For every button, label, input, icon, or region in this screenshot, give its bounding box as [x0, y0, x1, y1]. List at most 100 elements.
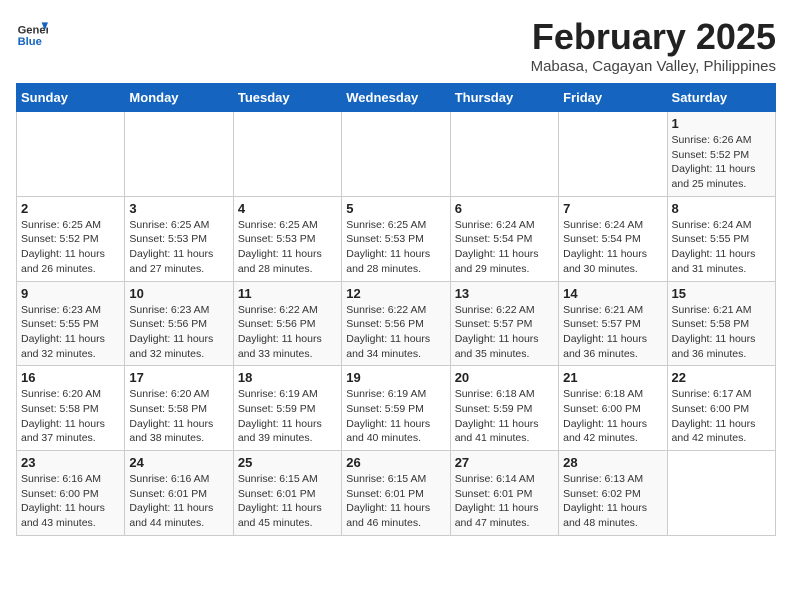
day-info: Sunrise: 6:18 AM Sunset: 5:59 PM Dayligh… — [455, 387, 554, 446]
day-number: 3 — [129, 201, 228, 216]
day-info: Sunrise: 6:15 AM Sunset: 6:01 PM Dayligh… — [238, 472, 337, 531]
day-number: 28 — [563, 455, 662, 470]
day-info: Sunrise: 6:24 AM Sunset: 5:54 PM Dayligh… — [563, 218, 662, 277]
weekday-header-sunday: Sunday — [17, 84, 125, 112]
day-number: 24 — [129, 455, 228, 470]
day-info: Sunrise: 6:22 AM Sunset: 5:56 PM Dayligh… — [346, 303, 445, 362]
day-number: 21 — [563, 370, 662, 385]
week-row-2: 2Sunrise: 6:25 AM Sunset: 5:52 PM Daylig… — [17, 196, 776, 281]
day-number: 25 — [238, 455, 337, 470]
day-info: Sunrise: 6:26 AM Sunset: 5:52 PM Dayligh… — [672, 133, 771, 192]
calendar-cell: 8 Sunrise: 6:24 AM Sunset: 5:55 PM Daylig… — [667, 196, 775, 281]
weekday-header-saturday: Saturday — [667, 84, 775, 112]
calendar-cell: 2Sunrise: 6:25 AM Sunset: 5:52 PM Daylig… — [17, 196, 125, 281]
day-number: 22 — [672, 370, 771, 385]
calendar-cell: 21 Sunrise: 6:18 AM Sunset: 6:00 PM Dayli… — [559, 366, 667, 451]
calendar-title: February 2025 — [531, 16, 776, 58]
day-info: Sunrise: 6:24 AM Sunset: 5:55 PM Dayligh… — [672, 218, 771, 277]
calendar-cell: 14Sunrise: 6:21 AM Sunset: 5:57 PM Dayli… — [559, 281, 667, 366]
calendar-cell: 15 Sunrise: 6:21 AM Sunset: 5:58 PM Dayli… — [667, 281, 775, 366]
day-info: Sunrise: 6:23 AM Sunset: 5:55 PM Dayligh… — [21, 303, 120, 362]
day-number: 16 — [21, 370, 120, 385]
day-info: Sunrise: 6:23 AM Sunset: 5:56 PM Dayligh… — [129, 303, 228, 362]
day-number: 6 — [455, 201, 554, 216]
day-info: Sunrise: 6:16 AM Sunset: 6:01 PM Dayligh… — [129, 472, 228, 531]
calendar-cell — [233, 112, 341, 197]
day-number: 17 — [129, 370, 228, 385]
calendar-cell: 26 Sunrise: 6:15 AM Sunset: 6:01 PM Dayli… — [342, 451, 450, 536]
calendar-cell: 7 Sunrise: 6:24 AM Sunset: 5:54 PM Daylig… — [559, 196, 667, 281]
svg-text:Blue: Blue — [18, 36, 42, 48]
day-info: Sunrise: 6:25 AM Sunset: 5:53 PM Dayligh… — [346, 218, 445, 277]
calendar-cell: 20 Sunrise: 6:18 AM Sunset: 5:59 PM Dayli… — [450, 366, 558, 451]
calendar-cell: 18Sunrise: 6:19 AM Sunset: 5:59 PM Dayli… — [233, 366, 341, 451]
calendar-cell: 3 Sunrise: 6:25 AM Sunset: 5:53 PM Daylig… — [125, 196, 233, 281]
calendar-cell: 19 Sunrise: 6:19 AM Sunset: 5:59 PM Dayli… — [342, 366, 450, 451]
calendar-cell: 4 Sunrise: 6:25 AM Sunset: 5:53 PM Daylig… — [233, 196, 341, 281]
calendar-cell: 23Sunrise: 6:16 AM Sunset: 6:00 PM Dayli… — [17, 451, 125, 536]
week-row-5: 23Sunrise: 6:16 AM Sunset: 6:00 PM Dayli… — [17, 451, 776, 536]
calendar-cell — [450, 112, 558, 197]
day-number: 4 — [238, 201, 337, 216]
day-number: 2 — [21, 201, 120, 216]
calendar-cell — [17, 112, 125, 197]
week-row-4: 16 Sunrise: 6:20 AM Sunset: 5:58 PM Dayli… — [17, 366, 776, 451]
day-number: 10 — [129, 286, 228, 301]
day-number: 20 — [455, 370, 554, 385]
title-area: February 2025 Mabasa, Cagayan Valley, Ph… — [531, 16, 776, 75]
day-number: 7 — [563, 201, 662, 216]
logo-icon: General Blue — [16, 16, 48, 48]
day-info: Sunrise: 6:14 AM Sunset: 6:01 PM Dayligh… — [455, 472, 554, 531]
day-info: Sunrise: 6:21 AM Sunset: 5:57 PM Dayligh… — [563, 303, 662, 362]
day-info: Sunrise: 6:25 AM Sunset: 5:53 PM Dayligh… — [238, 218, 337, 277]
calendar-cell: 28Sunrise: 6:13 AM Sunset: 6:02 PM Dayli… — [559, 451, 667, 536]
day-number: 8 — [672, 201, 771, 216]
weekday-header-monday: Monday — [125, 84, 233, 112]
day-info: Sunrise: 6:18 AM Sunset: 6:00 PM Dayligh… — [563, 387, 662, 446]
day-info: Sunrise: 6:20 AM Sunset: 5:58 PM Dayligh… — [129, 387, 228, 446]
day-info: Sunrise: 6:19 AM Sunset: 5:59 PM Dayligh… — [346, 387, 445, 446]
day-info: Sunrise: 6:24 AM Sunset: 5:54 PM Dayligh… — [455, 218, 554, 277]
week-row-1: 1 Sunrise: 6:26 AM Sunset: 5:52 PM Daylig… — [17, 112, 776, 197]
calendar-cell: 25 Sunrise: 6:15 AM Sunset: 6:01 PM Dayli… — [233, 451, 341, 536]
calendar-cell: 22 Sunrise: 6:17 AM Sunset: 6:00 PM Dayli… — [667, 366, 775, 451]
calendar-subtitle: Mabasa, Cagayan Valley, Philippines — [531, 58, 776, 75]
day-info: Sunrise: 6:20 AM Sunset: 5:58 PM Dayligh… — [21, 387, 120, 446]
day-number: 13 — [455, 286, 554, 301]
calendar-cell — [342, 112, 450, 197]
day-number: 12 — [346, 286, 445, 301]
day-number: 26 — [346, 455, 445, 470]
day-info: Sunrise: 6:15 AM Sunset: 6:01 PM Dayligh… — [346, 472, 445, 531]
calendar-cell — [667, 451, 775, 536]
calendar-cell: 12 Sunrise: 6:22 AM Sunset: 5:56 PM Dayli… — [342, 281, 450, 366]
weekday-header-row: SundayMondayTuesdayWednesdayThursdayFrid… — [17, 84, 776, 112]
day-info: Sunrise: 6:22 AM Sunset: 5:56 PM Dayligh… — [238, 303, 337, 362]
day-number: 19 — [346, 370, 445, 385]
calendar-cell: 9Sunrise: 6:23 AM Sunset: 5:55 PM Daylig… — [17, 281, 125, 366]
week-row-3: 9Sunrise: 6:23 AM Sunset: 5:55 PM Daylig… — [17, 281, 776, 366]
day-number: 15 — [672, 286, 771, 301]
day-info: Sunrise: 6:25 AM Sunset: 5:53 PM Dayligh… — [129, 218, 228, 277]
page-header: General Blue February 2025 Mabasa, Cagay… — [16, 16, 776, 75]
calendar-cell: 5 Sunrise: 6:25 AM Sunset: 5:53 PM Daylig… — [342, 196, 450, 281]
calendar-cell: 16 Sunrise: 6:20 AM Sunset: 5:58 PM Dayli… — [17, 366, 125, 451]
day-info: Sunrise: 6:21 AM Sunset: 5:58 PM Dayligh… — [672, 303, 771, 362]
calendar-cell: 17 Sunrise: 6:20 AM Sunset: 5:58 PM Dayli… — [125, 366, 233, 451]
day-number: 11 — [238, 286, 337, 301]
calendar-cell: 11 Sunrise: 6:22 AM Sunset: 5:56 PM Dayli… — [233, 281, 341, 366]
day-number: 1 — [672, 116, 771, 131]
calendar-cell: 13Sunrise: 6:22 AM Sunset: 5:57 PM Dayli… — [450, 281, 558, 366]
weekday-header-tuesday: Tuesday — [233, 84, 341, 112]
calendar-cell — [125, 112, 233, 197]
day-number: 5 — [346, 201, 445, 216]
day-info: Sunrise: 6:17 AM Sunset: 6:00 PM Dayligh… — [672, 387, 771, 446]
calendar-cell: 24 Sunrise: 6:16 AM Sunset: 6:01 PM Dayli… — [125, 451, 233, 536]
weekday-header-thursday: Thursday — [450, 84, 558, 112]
day-number: 23 — [21, 455, 120, 470]
day-info: Sunrise: 6:19 AM Sunset: 5:59 PM Dayligh… — [238, 387, 337, 446]
weekday-header-wednesday: Wednesday — [342, 84, 450, 112]
calendar-cell — [559, 112, 667, 197]
calendar-cell: 10 Sunrise: 6:23 AM Sunset: 5:56 PM Dayli… — [125, 281, 233, 366]
calendar-cell: 27Sunrise: 6:14 AM Sunset: 6:01 PM Dayli… — [450, 451, 558, 536]
calendar-table: SundayMondayTuesdayWednesdayThursdayFrid… — [16, 83, 776, 536]
